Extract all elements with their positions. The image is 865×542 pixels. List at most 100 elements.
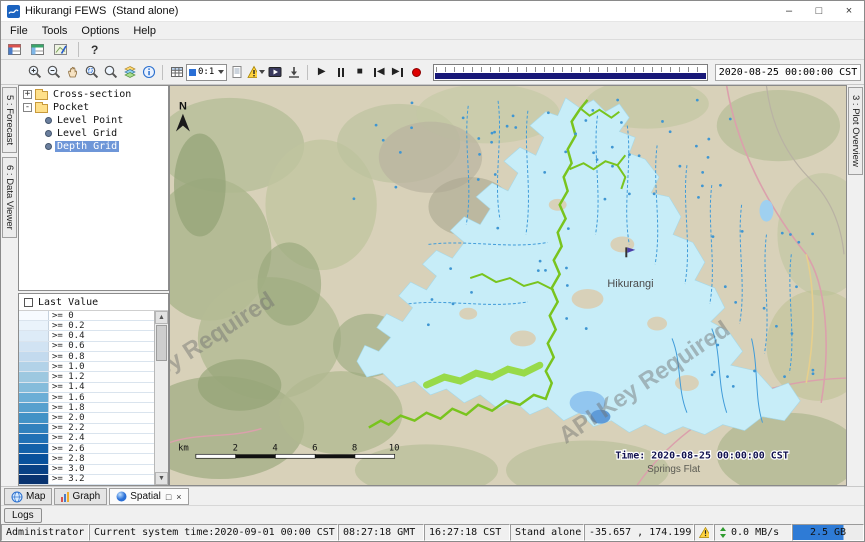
layer-node-icon (45, 130, 52, 137)
tree-item-cross-section[interactable]: + Cross-section (19, 88, 168, 101)
map-canvas[interactable]: Hikurangi Springs Flat API Key Required … (169, 85, 847, 486)
legend-color-swatch (19, 454, 49, 463)
sidebar-tab-forecast[interactable]: 5 : Forecast (2, 87, 17, 153)
close-button[interactable]: × (834, 1, 864, 21)
tab-spatial[interactable]: Spatial □ × (109, 488, 188, 505)
tree-item-level-point[interactable]: Level Point (19, 114, 168, 127)
scale-selector-value: 0:1 (198, 67, 214, 77)
map-editor-icon[interactable] (51, 40, 70, 59)
status-memory[interactable]: 2.5 GB (792, 524, 864, 541)
layer-tree: + Cross-section - Pocket Level Point Lev… (18, 85, 169, 291)
animation-movie-icon[interactable] (265, 63, 284, 82)
scroll-down-icon[interactable]: ▼ (155, 472, 168, 485)
last-value-label: Last Value (38, 297, 98, 308)
skip-to-start-button[interactable]: ◀ (369, 63, 388, 82)
skip-to-end-button[interactable]: ▶ (388, 63, 407, 82)
play-button[interactable]: ▶ (312, 63, 331, 82)
titlebar: Hikurangi FEWS (Stand alone) – □ × (1, 1, 864, 22)
sidebar-tab-plot-overview[interactable]: 3 : Plot Overview (848, 87, 863, 175)
menu-options[interactable]: Options (74, 24, 126, 38)
legend-panel: Last Value >= 0 >= 0.2 >= 0.4 >= 0.6 >= … (18, 293, 169, 486)
chevron-down-icon (218, 70, 224, 74)
spatial-sphere-icon (116, 491, 127, 502)
tab-map[interactable]: Map (4, 488, 52, 505)
grid-table-icon[interactable] (167, 63, 186, 82)
record-icon (412, 68, 421, 77)
expander-icon[interactable]: - (23, 103, 32, 112)
last-value-checkbox[interactable] (24, 298, 33, 307)
logs-button[interactable]: Logs (4, 508, 42, 523)
app-window: Hikurangi FEWS (Stand alone) – □ × File … (0, 0, 865, 542)
transfer-rate-icon (719, 527, 728, 538)
pause-button[interactable] (331, 63, 350, 82)
tree-item-pocket[interactable]: - Pocket (19, 101, 168, 114)
warning-threshold-icon[interactable] (246, 63, 265, 82)
pan-hand-icon[interactable] (63, 63, 82, 82)
menu-help[interactable]: Help (126, 24, 163, 38)
zoom-region-icon[interactable] (82, 63, 101, 82)
legend-row: >= 2.2 (19, 424, 154, 434)
left-panel: + Cross-section - Pocket Level Point Lev… (18, 85, 169, 486)
legend-row: >= 1.4 (19, 383, 154, 393)
document-icon[interactable] (227, 63, 246, 82)
svg-text:2: 2 (233, 443, 238, 453)
map-svg: Hikurangi Springs Flat API Key Required … (170, 86, 846, 485)
info-icon[interactable] (139, 63, 158, 82)
layers-icon[interactable] (120, 63, 139, 82)
zoom-extent-icon[interactable] (101, 63, 120, 82)
current-datetime-display: 2020-08-25 00:00:00 CST (715, 64, 861, 81)
folder-icon (35, 104, 48, 113)
legend-color-swatch (19, 321, 49, 330)
legend-color-swatch (19, 383, 49, 392)
legend-row: >= 3.0 (19, 465, 154, 475)
scroll-up-icon[interactable]: ▲ (155, 311, 168, 324)
menu-file[interactable]: File (3, 24, 35, 38)
window-title: Hikurangi FEWS (Stand alone) (25, 5, 774, 17)
maximize-button[interactable]: □ (804, 1, 834, 21)
menubar: File Tools Options Help (1, 22, 864, 39)
panel-float-button[interactable]: □ (166, 492, 171, 502)
legend-table: >= 0 >= 0.2 >= 0.4 >= 0.6 >= 0.8 >= 1.0 … (19, 311, 154, 485)
scrollbar-thumb[interactable] (156, 325, 167, 361)
legend-row: >= 2.0 (19, 413, 154, 423)
help-icon[interactable]: ? (87, 43, 102, 57)
legend-row: >= 1.8 (19, 403, 154, 413)
zoom-out-icon[interactable] (44, 63, 63, 82)
legend-color-swatch (19, 434, 49, 443)
legend-row: >= 1.6 (19, 393, 154, 403)
legend-row: >= 1.0 (19, 362, 154, 372)
export-snapshot-icon[interactable] (284, 63, 303, 82)
legend-row: >= 3.2 (19, 475, 154, 485)
legend-color-swatch (19, 413, 49, 422)
legend-color-swatch (19, 372, 49, 381)
right-tab-strip: 3 : Plot Overview (847, 85, 864, 486)
zoom-in-icon[interactable] (25, 63, 44, 82)
svg-text:km: km (178, 443, 189, 453)
tree-item-level-grid[interactable]: Level Grid (19, 127, 168, 140)
minimize-button[interactable]: – (774, 1, 804, 21)
svg-text:N: N (179, 101, 187, 113)
folder-icon (35, 91, 48, 100)
globe-icon (11, 491, 23, 503)
grid-display-icon[interactable] (28, 40, 47, 59)
legend-row: >= 2.8 (19, 454, 154, 464)
legend-color-swatch (19, 393, 49, 402)
label-scale-selector[interactable]: 0:1 (186, 64, 227, 81)
legend-color-swatch (19, 311, 49, 320)
tab-graph[interactable]: Graph (54, 488, 107, 505)
expander-icon[interactable]: + (23, 90, 32, 99)
map-toolbar: 0:1 ▶ ■ ◀ ▶ 2020-08-25 00:00:00 CST (1, 60, 864, 85)
tree-item-depth-grid[interactable]: Depth Grid (19, 140, 168, 153)
panel-close-button[interactable]: × (176, 492, 181, 502)
status-rate: 0.0 MB/s (731, 527, 779, 538)
legend-scrollbar[interactable]: ▲ ▼ (154, 311, 168, 485)
stop-button[interactable]: ■ (350, 63, 369, 82)
database-display-icon[interactable] (5, 40, 24, 59)
record-button[interactable] (407, 63, 426, 82)
toolbar-separator (162, 65, 163, 80)
time-slider[interactable] (433, 64, 708, 81)
status-warning-cell[interactable] (694, 524, 714, 541)
sidebar-tab-data-viewer[interactable]: 6 : Data Viewer (2, 157, 17, 238)
menu-tools[interactable]: Tools (35, 24, 75, 38)
layer-node-icon (45, 143, 52, 150)
